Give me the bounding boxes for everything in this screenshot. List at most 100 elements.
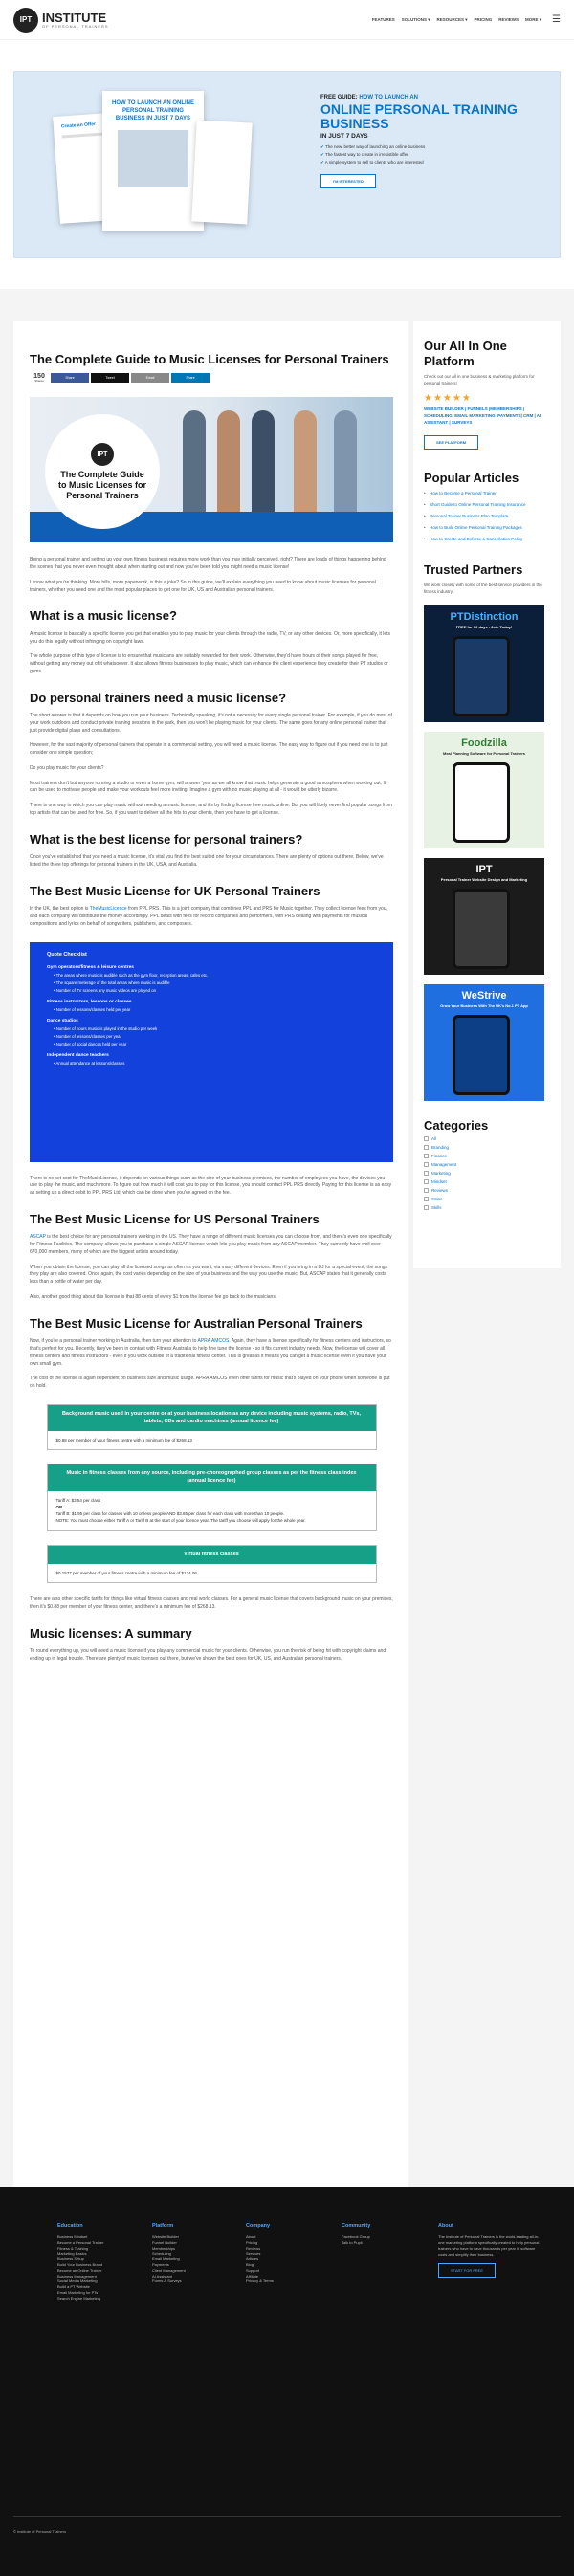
footer-column-education: Education Business Mindset Become a Pers… [57, 2223, 153, 2301]
footer-link[interactable]: Privacy & Terms [246, 2279, 342, 2284]
paragraph: There are also other specific tariffs fo… [30, 1596, 393, 1611]
category-filter[interactable]: Reviews [424, 1188, 551, 1194]
checklist-heading: Independent dance teachers [47, 1052, 109, 1058]
hero-title: ONLINE PERSONAL TRAINING BUSINESS [320, 101, 518, 131]
paragraph: To round everything up, you will need a … [30, 1648, 386, 1662]
hero-benefit: The fastest way to create in irresistibl… [320, 152, 560, 158]
paragraph: However, for the vast majority of person… [30, 742, 388, 757]
quote-checklist-title: Quote Checklist [47, 951, 87, 958]
checklist-item: The areas where music is audible such as… [54, 973, 376, 978]
category-filter[interactable]: Sales [424, 1197, 551, 1202]
checklist-heading: Gym operators/fitness & leisure centres [47, 964, 134, 970]
checklist-item: Number of hours music is played in the s… [54, 1026, 376, 1031]
paragraph: In the UK, the best option is TheMusicLi… [30, 906, 387, 927]
nav-pricing[interactable]: PRICING [474, 17, 492, 22]
photo-person [294, 410, 317, 515]
checkbox-icon [424, 1136, 429, 1142]
category-filter[interactable]: Marketing [424, 1171, 551, 1177]
interested-button[interactable]: I'M INTERESTED [320, 174, 376, 189]
photo-person [252, 410, 275, 515]
category-filter[interactable]: All [424, 1136, 551, 1142]
ascap-link[interactable]: ASCAP [30, 1234, 46, 1240]
paragraph: I know what you're thinking. More bills,… [30, 579, 376, 593]
facebook-share-button[interactable]: Share [51, 373, 89, 384]
popular-article-link[interactable]: Personal Trainer Business Plan Template [424, 514, 551, 520]
nav-features[interactable]: FEATURES [372, 17, 395, 22]
main-nav: FEATURES SOLUTIONS ▾ RESOURCES ▾ PRICING… [372, 14, 561, 25]
popular-article-link[interactable]: How to Create and Enforce a Cancellation… [424, 537, 551, 543]
platform-title: Our All In One Platform [424, 339, 507, 368]
footer-about: About The Institute of Personal Trainers… [438, 2223, 543, 2278]
logo[interactable]: IPT INSTITUTE OF PERSONAL TRAINERS [13, 7, 109, 33]
nav-more[interactable]: MORE ▾ [525, 17, 541, 23]
category-filter[interactable]: Skills [424, 1205, 551, 1211]
popular-article-link[interactable]: Short Guide to Online Personal Training … [424, 502, 551, 509]
tariff-header: Virtual fitness classes [47, 1545, 376, 1565]
platform-text: Check out our all in one business & mark… [424, 374, 535, 385]
tariff-row: $0.88 per member of your fitness centre … [47, 1431, 376, 1450]
nav-solutions[interactable]: SOLUTIONS ▾ [402, 17, 430, 23]
twitter-share-button[interactable]: Tweet [91, 373, 129, 384]
footer-link[interactable]: Talk to Pupil [342, 2240, 437, 2246]
ptdistinction-ad[interactable]: PTDistinction FREE for 30 days - Join To… [424, 605, 544, 722]
hero-benefit: The new, better way of launching an onli… [320, 144, 560, 150]
footer-link[interactable]: Search Engine Marketing [57, 2296, 153, 2301]
featured-title-circle: IPT The Complete Guide to Music Licenses… [45, 414, 160, 530]
themusiclicence-link[interactable]: TheMusicLicence [90, 906, 127, 912]
footer-link[interactable]: Forms & Surveys [152, 2279, 248, 2284]
hero-subtitle: IN JUST 7 DAYS [320, 133, 368, 141]
share-count: 150 Shares [33, 373, 45, 384]
tariff-table: Background music used in your centre or … [46, 1403, 377, 1451]
checkbox-icon [424, 1171, 429, 1177]
westrive-ad[interactable]: WeStrive Grow Your Business With The UK'… [424, 983, 544, 1101]
heading-australia: The Best Music License for Australian Pe… [30, 1315, 363, 1331]
photo-person [334, 410, 357, 515]
paragraph: Also, another good thing about this lice… [30, 1293, 277, 1300]
share-bar: 150 Shares Share Tweet Email Share [30, 373, 393, 384]
tariff-row: Tariff A: $3.54 per class OR Tariff B: $… [47, 1490, 376, 1530]
see-platform-button[interactable]: SEE PLATFORM [424, 435, 479, 451]
category-filter[interactable]: Management [424, 1162, 551, 1168]
tariff-header: Music in fitness classes from any source… [47, 1464, 376, 1491]
start-free-button[interactable]: START FOR FREE [438, 2263, 497, 2278]
logo-mark: IPT [13, 7, 38, 33]
photo-person [183, 410, 206, 515]
paragraph: A music license is basically a specific … [30, 630, 391, 645]
nav-resources[interactable]: RESOURCES ▾ [436, 17, 467, 23]
footer-about-text: The Institute of Personal Trainers is th… [438, 2235, 540, 2257]
guide-page-front [191, 120, 253, 225]
article: The Complete Guide to Music Licenses for… [13, 321, 408, 2187]
ipt-logo-icon: IPT [91, 443, 114, 467]
checkbox-icon [424, 1145, 429, 1151]
checklist-heading: Fitness instructors, lessons or classes [47, 999, 132, 1004]
logo-title: INSTITUTE [42, 10, 107, 25]
footer-divider [13, 2516, 561, 2517]
category-filter[interactable]: Finance [424, 1154, 551, 1159]
tariff-row: $0.1577 per member of your fitness centr… [47, 1564, 376, 1583]
footer-column-platform: Platform Website Builder Funnel Builder … [152, 2223, 248, 2284]
hero-benefit: A simple system to sell to clients who a… [320, 160, 560, 165]
featured-image: IPT The Complete Guide to Music Licenses… [30, 397, 393, 543]
hamburger-menu-icon[interactable]: ☰ [552, 14, 561, 25]
checkbox-icon [424, 1197, 429, 1202]
guide-cover-image [118, 130, 188, 188]
category-filter[interactable]: Branding [424, 1145, 551, 1151]
tariff-table: Virtual fitness classes $0.1577 per memb… [46, 1544, 377, 1584]
free-guide-banner: Create an Offer HOW TO LAUNCH AN ONLINE … [13, 71, 561, 258]
nav-reviews[interactable]: REVIEWS [498, 17, 519, 22]
footer-column-company: Company About Pricing Reviews Services A… [246, 2223, 342, 2284]
popular-article-link[interactable]: How to Build Online Personal Training Pa… [424, 525, 551, 532]
partners-text: We work closely with some of the best se… [424, 583, 542, 595]
phone-mockup [453, 888, 510, 969]
ipt-website-ad[interactable]: IPT Personal Trainer Website Design and … [424, 857, 544, 975]
popular-article-link[interactable]: How to Become a Personal Trainer [424, 491, 551, 497]
foodzilla-ad[interactable]: Foodzilla Meal Planning Software for Per… [424, 731, 544, 848]
copyright: © Institute of Personal Trainers [13, 2529, 66, 2534]
guide-cover: HOW TO LAUNCH AN ONLINE PERSONAL TRAININ… [102, 91, 204, 231]
category-filter[interactable]: Mindset [424, 1179, 551, 1185]
linkedin-share-button[interactable]: Share [171, 373, 210, 384]
tariff-header: Background music used in your centre or … [47, 1404, 376, 1432]
paragraph: Now, if you're a personal trainer workin… [30, 1338, 391, 1367]
email-share-button[interactable]: Email [131, 373, 169, 384]
apra-amcos-link[interactable]: APRA AMCOS [198, 1338, 230, 1344]
